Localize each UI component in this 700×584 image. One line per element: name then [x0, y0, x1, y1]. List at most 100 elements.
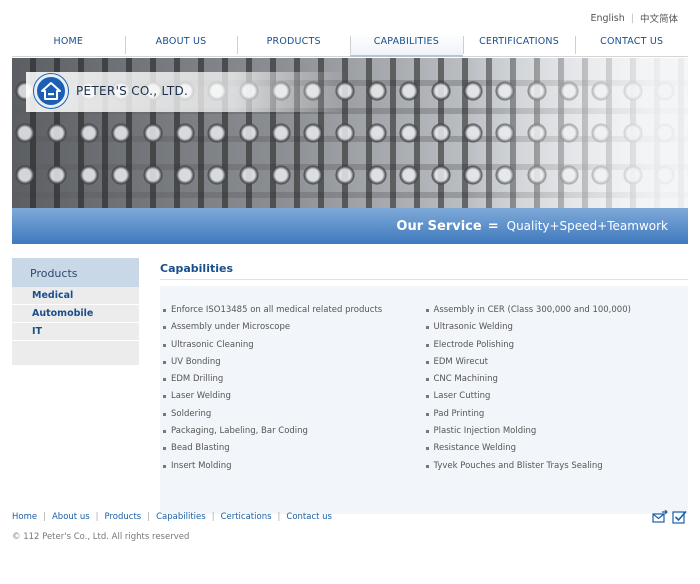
list-item-text: Pad Printing: [433, 408, 485, 419]
bullet-icon: [425, 378, 429, 382]
footer-link-about-us[interactable]: About us: [52, 512, 90, 522]
sidebar-title: Products: [12, 258, 139, 287]
house-icon[interactable]: [34, 74, 68, 108]
list-item: EDM Drilling: [163, 374, 426, 391]
bullet-icon: [163, 430, 166, 434]
sidebar-item-it[interactable]: IT: [12, 323, 139, 341]
bullet-icon: [425, 395, 429, 399]
sidebar-item-medical[interactable]: Medical: [12, 287, 139, 305]
list-item: Assembly under Microscope: [163, 322, 426, 339]
footer-links: Home | About us | Products | Capabilitie…: [12, 512, 332, 522]
list-item: CNC Machining: [425, 374, 689, 391]
bullet-icon: [163, 464, 166, 468]
list-item: Ultrasonic Cleaning: [163, 340, 426, 357]
list-item-text: EDM Drilling: [171, 374, 224, 385]
footer-link-certifications[interactable]: Certications: [221, 512, 272, 522]
list-item-text: Assembly under Microscope: [171, 322, 291, 333]
bullet-icon: [163, 395, 166, 399]
language-switcher: English | 中文简体: [590, 11, 678, 26]
bullet-icon: [425, 464, 429, 468]
list-item-text: Tyvek Pouches and Blister Trays Sealing: [433, 460, 603, 471]
service-title: Our Service: [396, 218, 482, 234]
list-item-text: CNC Machining: [433, 374, 498, 385]
list-item: Laser Welding: [163, 391, 426, 408]
bullet-icon: [163, 360, 166, 364]
list-item-text: Packaging, Labeling, Bar Coding: [171, 426, 308, 437]
list-item-text: EDM Wirecut: [433, 356, 488, 367]
list-item-text: Soldering: [171, 408, 212, 419]
footer-link-products[interactable]: Products: [105, 512, 142, 522]
main-nav: HOME ABOUT US PRODUCTS CAPABILITIES CERT…: [12, 33, 688, 57]
capabilities-left-list: Enforce ISO13485 on all medical related …: [160, 305, 426, 514]
sidebar-item-automobile[interactable]: Automobile: [12, 305, 139, 323]
list-item-text: Plastic Injection Molding: [433, 426, 537, 437]
footer-separator: |: [95, 512, 99, 522]
list-item: Assembly in CER (Class 300,000 and 100,0…: [425, 305, 689, 322]
list-item-text: Assembly in CER (Class 300,000 and 100,0…: [433, 305, 631, 315]
list-item: Ultrasonic Welding: [425, 322, 689, 339]
main-content: Capabilities Enforce ISO13485 on all med…: [160, 258, 688, 514]
list-item: Insert Molding: [163, 461, 426, 478]
footer-link-capabilities[interactable]: Capabilities: [156, 512, 206, 522]
nav-contact-us[interactable]: CONTACT US: [575, 33, 688, 56]
list-item-text: Ultrasonic Welding: [433, 322, 513, 333]
list-item: Packaging, Labeling, Bar Coding: [163, 426, 426, 443]
checkbox-icon[interactable]: [672, 510, 688, 524]
bullet-icon: [425, 343, 429, 347]
bullet-icon: [163, 309, 166, 312]
page-title: Capabilities: [160, 258, 688, 280]
list-item-text: Enforce ISO13485 on all medical related …: [171, 305, 383, 315]
footer-link-home[interactable]: Home: [12, 512, 37, 522]
banner-fade: [468, 58, 688, 208]
mail-forward-icon[interactable]: [652, 510, 668, 524]
list-item: Laser Cutting: [425, 391, 689, 408]
bullet-icon: [425, 360, 429, 364]
bullet-icon: [163, 378, 166, 382]
nav-home[interactable]: HOME: [12, 33, 125, 56]
bullet-icon: [425, 326, 429, 330]
bullet-icon: [163, 447, 166, 451]
list-item-text: Laser Welding: [171, 391, 231, 402]
nav-products[interactable]: PRODUCTS: [237, 33, 350, 56]
list-item-text: Insert Molding: [171, 460, 232, 471]
nav-certifications[interactable]: CERTIFICATIONS: [462, 33, 576, 56]
list-item: Soldering: [163, 409, 426, 426]
lang-chinese-link[interactable]: 中文简体: [640, 11, 678, 25]
bullet-icon: [163, 326, 166, 330]
list-item: Pad Printing: [425, 408, 689, 426]
list-item-text: Electrode Polishing: [433, 339, 515, 350]
company-name: PETER'S CO., LTD.: [76, 84, 189, 98]
bullet-icon: [163, 412, 166, 416]
list-item-text: Laser Cutting: [433, 391, 491, 402]
list-item: Plastic Injection Molding: [425, 426, 689, 443]
service-equals: =: [487, 218, 499, 234]
header-banner-image: PETER'S CO., LTD.: [12, 58, 688, 208]
list-item: UV Bonding: [163, 357, 426, 374]
list-item-text: Bead Blasting: [171, 443, 230, 454]
service-bar: Our Service = Quality+Speed+Teamwork: [12, 208, 688, 244]
lang-separator: |: [630, 12, 634, 24]
list-item: Electrode Polishing: [425, 339, 689, 357]
list-item: Bead Blasting: [163, 443, 426, 460]
list-item-text: UV Bonding: [171, 356, 221, 367]
bullet-icon: [425, 412, 429, 416]
copyright-text: © 112 Peter's Co., Ltd. All rights reser…: [12, 532, 190, 542]
footer-separator: |: [43, 512, 46, 522]
bullet-icon: [425, 430, 429, 434]
list-item-text: Resistance Welding: [433, 443, 517, 454]
list-item: Tyvek Pouches and Blister Trays Sealing: [425, 460, 689, 478]
sidebar: Products Medical Automobile IT: [12, 258, 139, 365]
list-item: Enforce ISO13485 on all medical related …: [163, 305, 426, 322]
footer-icons: [652, 510, 688, 524]
bullet-icon: [163, 343, 166, 347]
list-item-text: Ultrasonic Cleaning: [171, 339, 254, 350]
bullet-icon: [425, 309, 429, 312]
nav-capabilities[interactable]: CAPABILITIES: [350, 33, 463, 57]
lang-english-link[interactable]: English: [590, 13, 624, 24]
footer-link-contact-us[interactable]: Contact us: [286, 512, 332, 522]
bullet-icon: [425, 447, 429, 451]
nav-about-us[interactable]: ABOUT US: [124, 33, 238, 56]
list-item: EDM Wirecut: [425, 356, 689, 374]
footer-separator: |: [277, 512, 281, 522]
footer-separator: |: [147, 512, 151, 522]
